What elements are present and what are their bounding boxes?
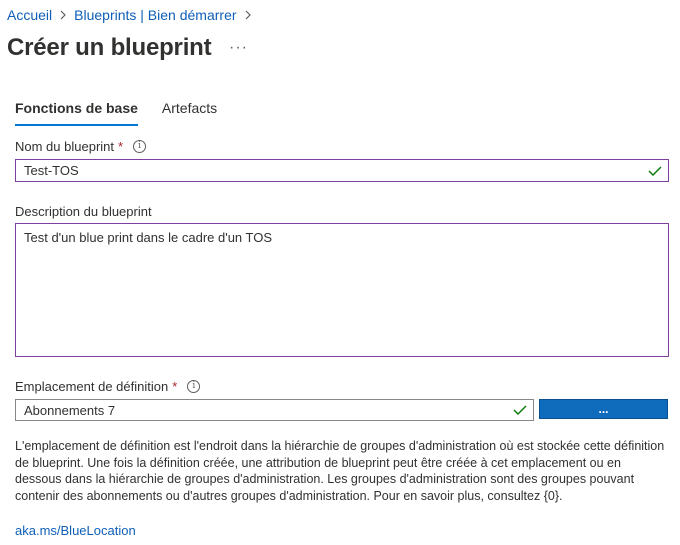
page-title: Créer un blueprint xyxy=(7,34,212,61)
checkmark-icon xyxy=(513,405,527,415)
browse-location-button[interactable]: ... xyxy=(539,399,668,419)
description-field-label: Description du blueprint xyxy=(15,204,152,219)
definition-location-input[interactable]: Abonnements 7 xyxy=(15,399,534,421)
name-label-text: Nom du blueprint xyxy=(15,139,114,154)
description-label-text: Description du blueprint xyxy=(15,204,152,219)
blueprint-description-textarea[interactable]: Test d'un blue print dans le cadre d'un … xyxy=(15,223,669,357)
breadcrumb-home-link[interactable]: Accueil xyxy=(7,7,52,23)
required-marker: * xyxy=(172,379,178,394)
checkmark-icon xyxy=(648,165,662,176)
blueprint-name-value: Test-TOS xyxy=(24,163,79,178)
name-field-label: Nom du blueprint * i xyxy=(15,139,147,154)
chevron-right-icon xyxy=(244,10,252,20)
location-help-text: L'emplacement de définition est l'endroi… xyxy=(15,439,665,504)
tab-bar: Fonctions de base Artefacts xyxy=(15,100,241,126)
definition-location-value: Abonnements 7 xyxy=(24,402,116,418)
breadcrumb-blueprints-link[interactable]: Blueprints | Bien démarrer xyxy=(74,7,236,23)
blueprint-name-input[interactable]: Test-TOS xyxy=(15,159,669,182)
location-field-label: Emplacement de définition * i xyxy=(15,379,201,394)
tab-artifacts[interactable]: Artefacts xyxy=(162,100,217,126)
location-label-text: Emplacement de définition xyxy=(15,379,169,394)
chevron-right-icon xyxy=(59,10,67,20)
blueprint-description-value: Test d'un blue print dans le cadre d'un … xyxy=(24,230,273,245)
info-icon[interactable]: i xyxy=(187,380,201,393)
learn-more-link[interactable]: aka.ms/BlueLocation xyxy=(15,523,136,538)
breadcrumb: Accueil Blueprints | Bien démarrer xyxy=(7,7,259,23)
required-marker: * xyxy=(118,139,124,154)
tab-basics[interactable]: Fonctions de base xyxy=(15,100,138,126)
info-icon[interactable]: i xyxy=(133,140,147,153)
more-options-icon[interactable]: ··· xyxy=(229,39,248,57)
